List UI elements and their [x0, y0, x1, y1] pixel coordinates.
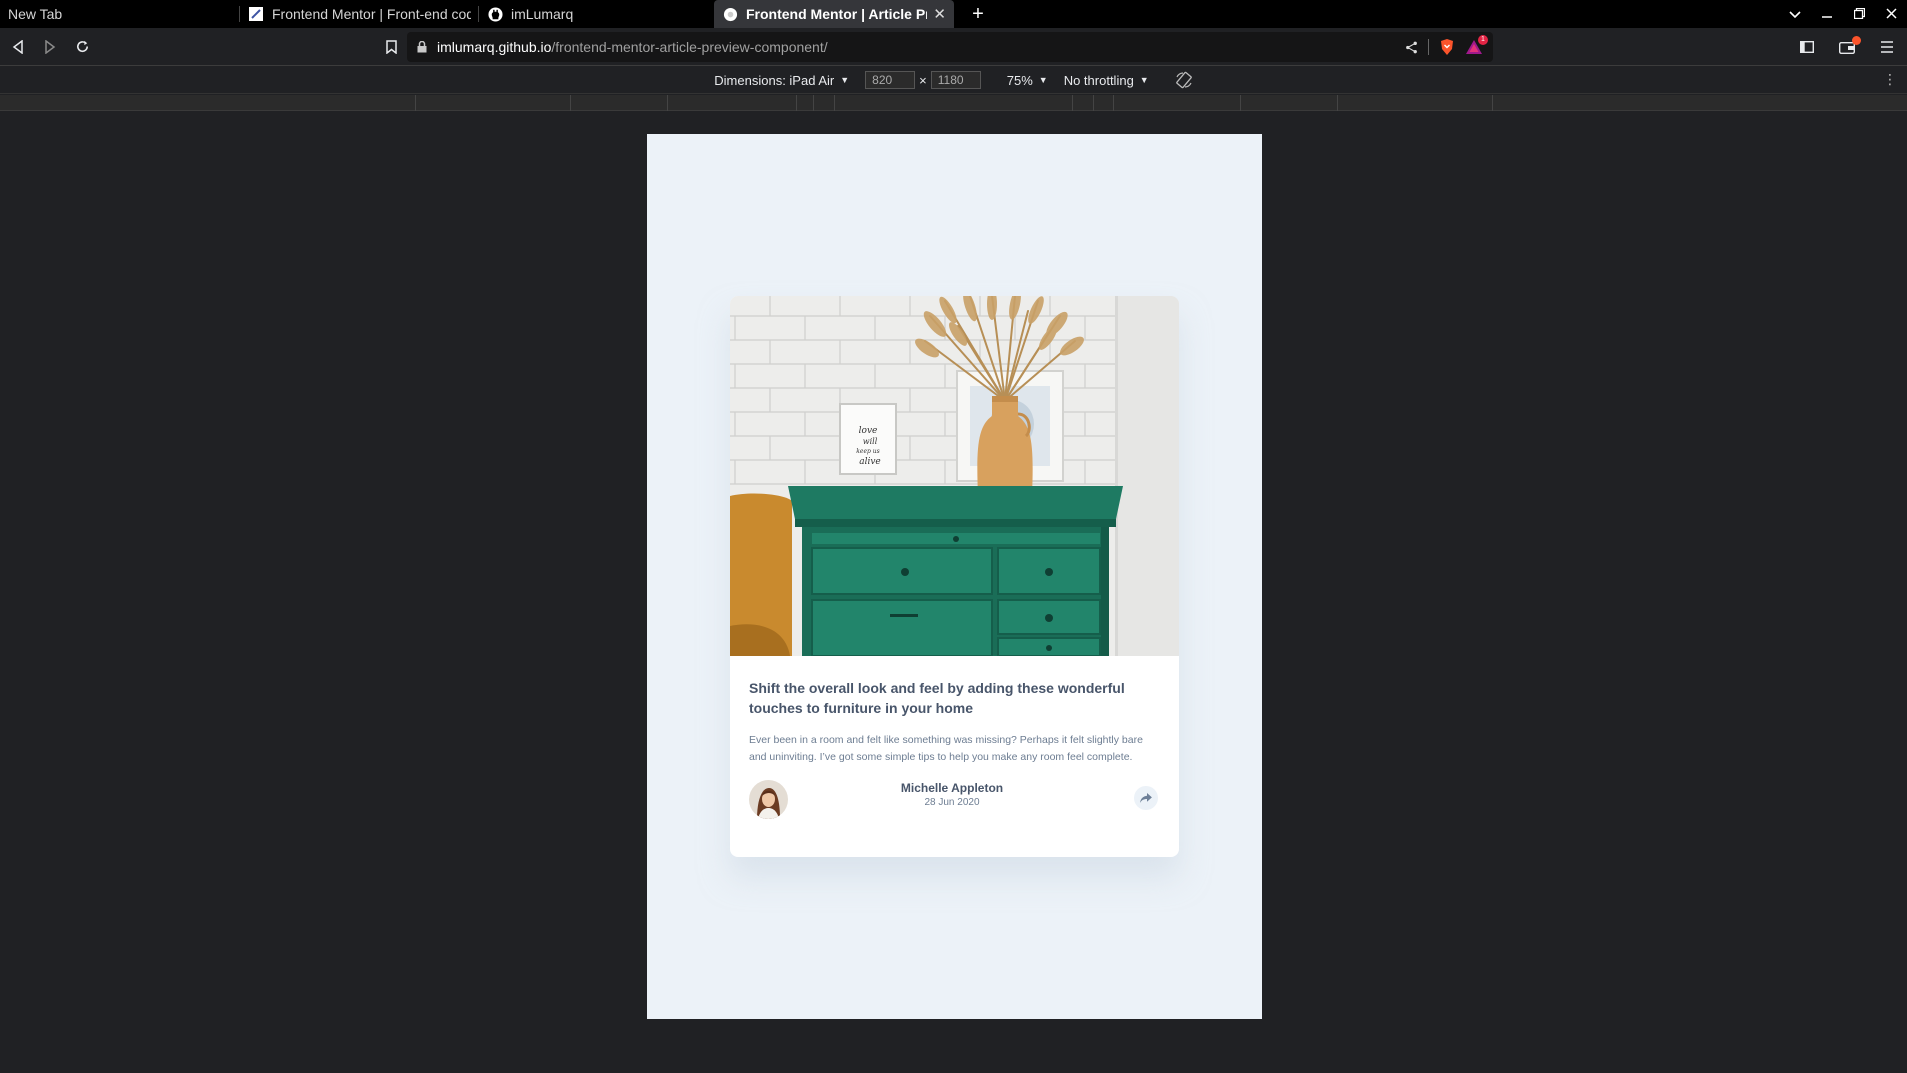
tab-label: New Tab — [8, 6, 63, 22]
new-tab-button[interactable]: + — [966, 3, 990, 26]
url-host: imlumarq.github.io — [437, 39, 552, 55]
navigation-bar: imlumarq.github.io/frontend-mentor-artic… — [0, 28, 1907, 66]
toolbar-right — [1787, 28, 1907, 66]
caret-down-icon: ▼ — [1038, 75, 1048, 85]
card-body: Shift the overall look and feel by addin… — [730, 656, 1179, 819]
tab-frontend-mentor[interactable]: Frontend Mentor | Front-end codi — [240, 0, 479, 28]
tab-label: Frontend Mentor | Article Previ — [746, 6, 927, 22]
tab-new-tab[interactable]: New Tab — [0, 0, 240, 28]
svg-text:alive: alive — [859, 457, 881, 467]
reload-icon[interactable] — [66, 31, 98, 63]
rewards-badge: 1 — [1478, 35, 1488, 45]
zoom-select[interactable]: 75% ▼ — [1007, 73, 1048, 88]
more-options-icon[interactable]: ⋮ — [1883, 71, 1897, 88]
article-description: Ever been in a room and felt like someth… — [749, 734, 1143, 763]
sidebar-toggle-icon[interactable] — [1787, 31, 1827, 63]
address-bar[interactable]: imlumarq.github.io/frontend-mentor-artic… — [407, 32, 1493, 62]
author-info: Michelle Appleton 28 Jun 2020 — [877, 780, 1027, 810]
share-page-icon[interactable] — [1405, 41, 1418, 54]
svg-text:keep us: keep us — [856, 448, 879, 455]
menu-icon[interactable] — [1867, 31, 1907, 63]
tab-strip: New Tab Frontend Mentor | Front-end codi… — [0, 0, 1907, 28]
device-toolbar: Dimensions: iPad Air ▼ × 75% ▼ No thrott… — [0, 67, 1907, 94]
throttling-label: No throttling — [1063, 72, 1134, 88]
address-bar-container: imlumarq.github.io/frontend-mentor-artic… — [375, 32, 1493, 62]
brave-wallet-icon[interactable] — [1827, 31, 1867, 63]
tab-label: Frontend Mentor | Front-end codi — [272, 6, 471, 22]
tab-github-imlumarq[interactable]: imLumarq — [479, 0, 714, 28]
brave-rewards-icon[interactable]: 1 — [1465, 35, 1488, 55]
caret-down-icon: ▼ — [840, 75, 850, 85]
svg-text:love: love — [859, 426, 878, 436]
bookmark-icon[interactable] — [375, 40, 407, 54]
author-name: Michelle Appleton — [900, 781, 1004, 795]
device-dimensions-label: Dimensions: iPad Air — [714, 72, 835, 88]
forward-icon[interactable] — [34, 31, 66, 63]
restore-icon[interactable] — [1843, 6, 1875, 22]
article-title[interactable]: Shift the overall look and feel by addin… — [749, 678, 1160, 718]
github-icon — [487, 6, 503, 22]
url-path: /frontend-mentor-article-preview-compone… — [551, 39, 828, 55]
caret-down-icon: ▼ — [1139, 75, 1149, 85]
tab-search-chevron-icon[interactable] — [1779, 6, 1811, 22]
minimize-icon[interactable] — [1811, 6, 1843, 22]
lock-icon[interactable] — [417, 41, 427, 53]
tab-label: imLumarq — [511, 6, 574, 22]
emulated-viewport: love will keep us alive Shift the overal… — [647, 134, 1262, 1019]
author-row: Michelle Appleton 28 Jun 2020 — [749, 779, 1160, 819]
brave-shields-icon[interactable] — [1439, 38, 1455, 56]
tab-article-preview[interactable]: Frontend Mentor | Article Previ ✕ — [714, 0, 954, 28]
device-width-input[interactable] — [865, 71, 916, 89]
tab-close-icon[interactable]: ✕ — [933, 5, 946, 23]
dimension-separator: × — [919, 72, 927, 88]
share-icon — [1140, 793, 1152, 803]
window-controls — [1779, 0, 1907, 28]
frontend-mentor-favicon-icon — [248, 6, 264, 22]
device-select[interactable]: Dimensions: iPad Air ▼ — [714, 73, 849, 88]
close-window-icon[interactable] — [1875, 6, 1907, 22]
article-preview-card: love will keep us alive Shift the overal… — [730, 296, 1179, 857]
share-button[interactable] — [1134, 786, 1158, 810]
hero-image-drawers: love will keep us alive — [730, 296, 1179, 656]
svg-text:will: will — [863, 437, 878, 446]
media-query-bar[interactable] — [0, 95, 1907, 111]
throttling-select[interactable]: No throttling ▼ — [1064, 73, 1149, 88]
rotate-icon[interactable] — [1175, 71, 1193, 89]
author-avatar — [749, 779, 788, 819]
back-icon[interactable] — [2, 31, 34, 63]
page-favicon-icon — [722, 6, 738, 22]
article-date: 28 Jun 2020 — [924, 797, 980, 808]
zoom-label: 75% — [1006, 72, 1033, 88]
device-height-input[interactable] — [930, 71, 981, 89]
